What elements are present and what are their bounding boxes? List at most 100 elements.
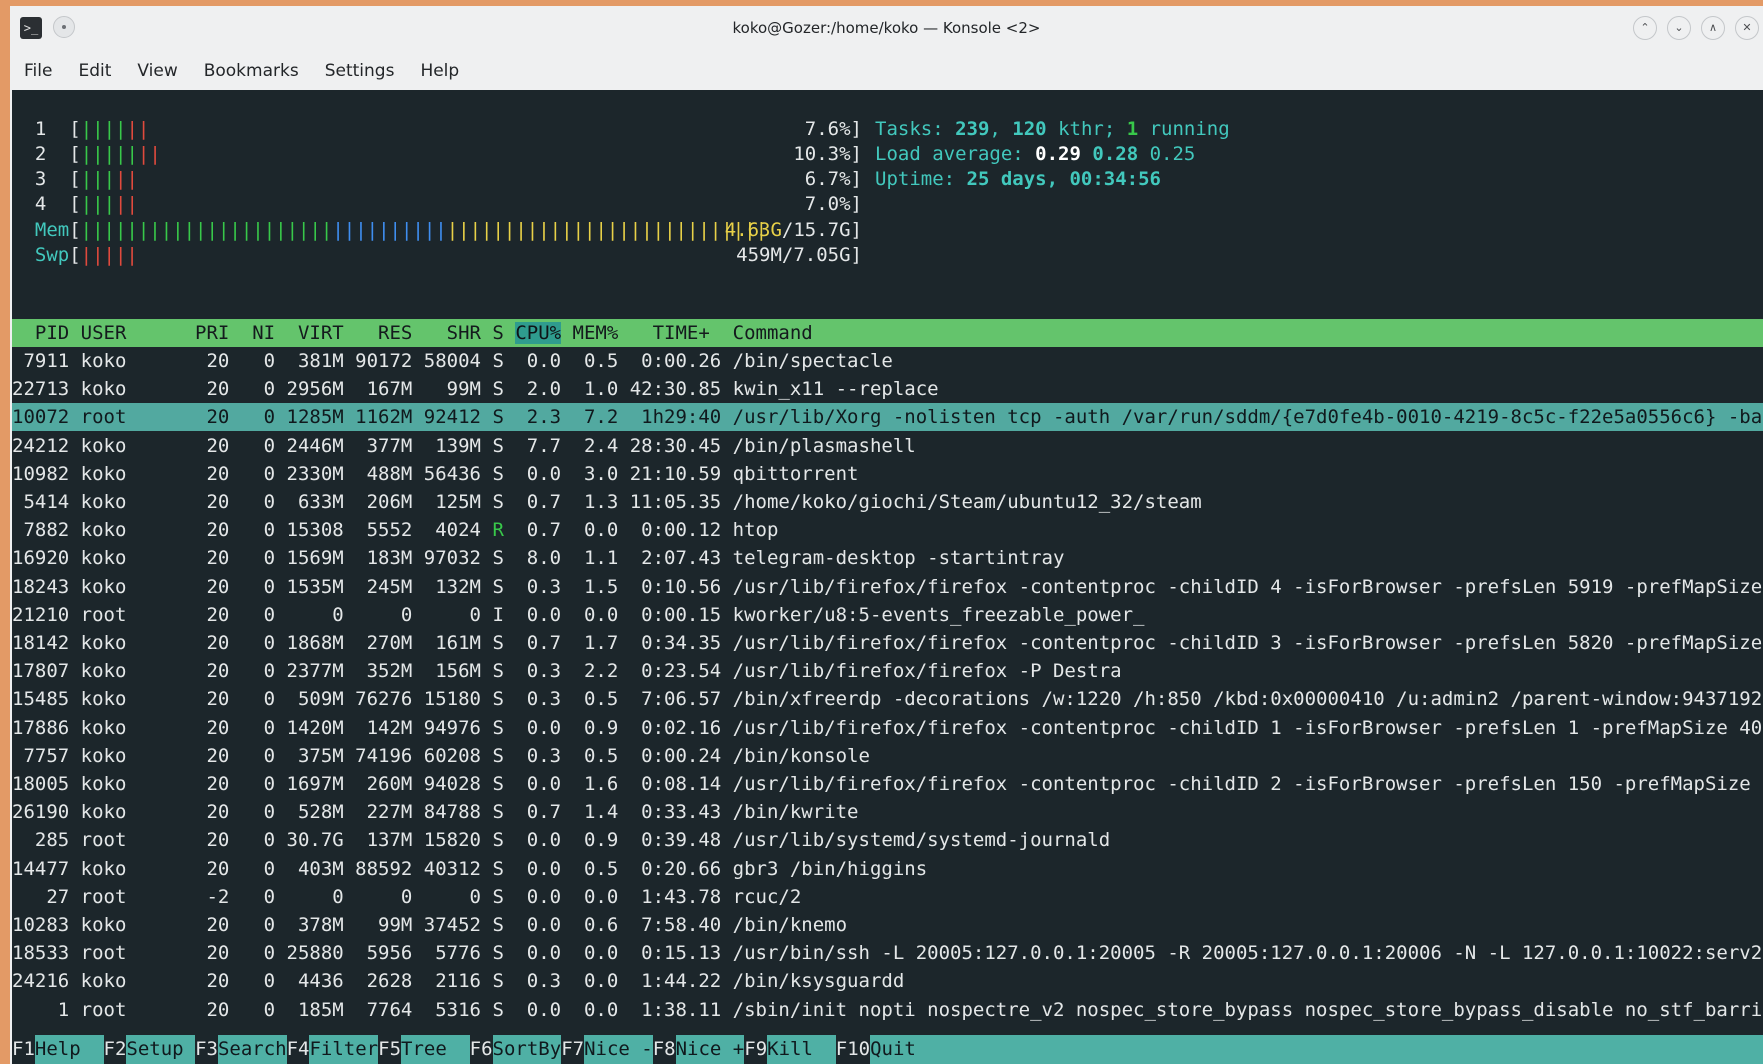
table-row[interactable]: 18142 koko 20 0 1868M 270M 161M S 0.7 1.…: [12, 629, 1763, 657]
table-row[interactable]: 24216 koko 20 0 4436 2628 2116 S 0.3 0.0…: [12, 967, 1763, 995]
table-row[interactable]: 7911 koko 20 0 381M 90172 58004 S 0.0 0.…: [12, 347, 1763, 375]
process-state: S: [492, 744, 504, 767]
process-state: S: [492, 829, 504, 852]
fkey-number: F6: [469, 1038, 493, 1060]
minimize-icon[interactable]: ⌄: [1667, 16, 1691, 40]
menu-view[interactable]: View: [137, 61, 177, 81]
window-title: koko@Gozer:/home/koko — Konsole <2>: [732, 19, 1041, 37]
menu-help[interactable]: Help: [420, 61, 459, 81]
fkey-number: F4: [286, 1038, 310, 1060]
fkey-quit-button[interactable]: Quit: [870, 1035, 916, 1064]
process-state: S: [492, 942, 504, 965]
table-row[interactable]: 26190 koko 20 0 528M 227M 84788 S 0.7 1.…: [12, 798, 1763, 826]
fkey-filter-button[interactable]: Filter: [309, 1035, 379, 1064]
table-row[interactable]: 18533 root 20 0 25880 5956 5776 S 0.0 0.…: [12, 939, 1763, 967]
close-icon[interactable]: ✕: [1735, 16, 1759, 40]
terminal-area[interactable]: 1 [|||||| 7.6%] 2 [||||||| 10.3%] 3 [|||||…: [12, 90, 1763, 1064]
process-state: R: [492, 519, 504, 542]
table-row[interactable]: 24212 koko 20 0 2446M 377M 139M S 7.7 2.…: [12, 432, 1763, 460]
table-row[interactable]: 18005 koko 20 0 1697M 260M 94028 S 0.0 1…: [12, 770, 1763, 798]
fkey-help-button[interactable]: Help: [34, 1035, 104, 1064]
tasks-info: Tasks: 239, 120 kthr; 1 running: [875, 118, 1230, 140]
cpu-meter: 4 [||||| 7.0%]: [12, 190, 862, 218]
process-state: S: [492, 491, 504, 513]
process-state: S: [492, 406, 504, 429]
sort-column-cpu[interactable]: CPU%: [515, 322, 562, 344]
keep-above-icon[interactable]: ⌃: [1633, 16, 1657, 40]
table-row[interactable]: 17807 koko 20 0 2377M 352M 156M S 0.3 2.…: [12, 657, 1763, 685]
cpu-meter: 1 [|||||| 7.6%]: [12, 115, 862, 143]
table-row[interactable]: 18243 koko 20 0 1535M 245M 132M S 0.3 1.…: [12, 573, 1763, 601]
fkey-number: F9: [744, 1038, 768, 1060]
table-row[interactable]: 16920 koko 20 0 1569M 183M 97032 S 8.0 1…: [12, 544, 1763, 572]
process-state: S: [492, 857, 504, 880]
table-row[interactable]: 7757 koko 20 0 375M 74196 60208 S 0.3 0.…: [12, 742, 1763, 770]
table-row[interactable]: 7882 koko 20 0 15308 5552 4024 R 0.7 0.0…: [12, 516, 1763, 544]
menu-edit[interactable]: Edit: [78, 61, 111, 81]
table-row[interactable]: 10283 koko 20 0 378M 99M 37452 S 0.0 0.6…: [12, 911, 1763, 939]
window-controls: ⌃ ⌄ ∧ ✕: [1633, 16, 1759, 40]
fkey-kill-button[interactable]: Kill: [767, 1035, 836, 1064]
fkey-number: F10: [835, 1038, 871, 1060]
menu-bookmarks[interactable]: Bookmarks: [204, 61, 299, 81]
process-state: S: [492, 378, 504, 401]
process-state: S: [492, 660, 504, 683]
konsole-window: >_ koko@Gozer:/home/koko — Konsole <2> ⌃…: [10, 6, 1763, 1064]
cpu-value: 10.3%]: [793, 143, 862, 165]
process-state: S: [492, 575, 504, 598]
menu-file[interactable]: File: [24, 61, 52, 81]
menu-settings[interactable]: Settings: [325, 61, 395, 81]
fkey-number: F5: [378, 1038, 402, 1060]
process-state: S: [492, 688, 504, 711]
table-row[interactable]: 17886 koko 20 0 1420M 142M 94976 S 0.0 0…: [12, 714, 1763, 742]
fkey-nice-button[interactable]: Nice -: [584, 1035, 653, 1064]
process-state: S: [492, 350, 504, 372]
cpu-meter: 3 [||||| 6.7%]: [12, 165, 862, 193]
cpu-value: 6.7%]: [804, 168, 862, 190]
process-state: S: [492, 462, 504, 485]
process-table-header[interactable]: PID USER PRI NI VIRT RES SHR S CPU% MEM%…: [12, 319, 1763, 347]
table-row[interactable]: 5414 koko 20 0 633M 206M 125M S 0.7 1.3 …: [12, 488, 1763, 516]
process-state: I: [492, 603, 504, 626]
fkey-sortby-button[interactable]: SortBy: [492, 1035, 562, 1064]
fkey-nice-button[interactable]: Nice +: [675, 1035, 745, 1064]
fkey-number: F1: [12, 1038, 35, 1060]
table-row[interactable]: 21210 root 20 0 0 0 0 I 0.0 0.0 0:00.15 …: [12, 601, 1763, 629]
menu-bar: File Edit View Bookmarks Settings Help: [10, 52, 1763, 90]
table-row[interactable]: 14477 koko 20 0 403M 88592 40312 S 0.0 0…: [12, 855, 1763, 883]
process-state: S: [492, 632, 504, 654]
uptime: Uptime: 25 days, 00:34:56: [875, 168, 1161, 190]
process-state: S: [492, 716, 504, 739]
fkey-number: F2: [103, 1038, 127, 1060]
swap-value: 459M/7.05G]: [736, 244, 862, 266]
table-row[interactable]: 10982 koko 20 0 2330M 488M 56436 S 0.0 3…: [12, 460, 1763, 488]
table-row[interactable]: 10072 root 20 0 1285M 1162M 92412 S 2.3 …: [12, 403, 1763, 432]
load-average: Load average: 0.29 0.28 0.25: [875, 143, 1196, 165]
cpu-meter: 2 [||||||| 10.3%]: [12, 140, 862, 168]
fkey-setup-button[interactable]: Setup: [126, 1035, 196, 1064]
function-key-bar: F1 Help F2 Setup F3 Search F4 Filter F5 Tree F6…: [12, 1035, 1763, 1064]
table-row[interactable]: 1 root 20 0 185M 7764 5316 S 0.0 0.0 1:3…: [12, 996, 1763, 1024]
maximize-icon[interactable]: ∧: [1701, 16, 1725, 40]
process-state: S: [492, 434, 504, 457]
table-row[interactable]: 27 root -2 0 0 0 0 S 0.0 0.0 1:43.78 rcu…: [12, 883, 1763, 911]
fkey-bar-fill: [915, 1035, 1763, 1064]
table-row[interactable]: 15485 koko 20 0 509M 76276 15180 S 0.3 0…: [12, 685, 1763, 713]
process-state: S: [492, 998, 504, 1021]
process-state: S: [492, 773, 504, 795]
fkey-tree-button[interactable]: Tree: [401, 1035, 470, 1064]
table-row[interactable]: 22713 koko 20 0 2956M 167M 99M S 2.0 1.0…: [12, 375, 1763, 403]
cpu-value: 7.0%]: [804, 193, 862, 215]
swap-meter: Swp[||||| 459M/7.05G]: [12, 241, 862, 269]
mem-value: 4.63G/15.7G]: [724, 219, 862, 241]
process-state: S: [492, 547, 504, 570]
table-row[interactable]: 285 root 20 0 30.7G 137M 15820 S 0.0 0.9…: [12, 826, 1763, 854]
title-bar[interactable]: >_ koko@Gozer:/home/koko — Konsole <2> ⌃…: [10, 6, 1763, 52]
mem-meter: Mem[||||||||||||||||||||||||||||||||||||…: [12, 216, 862, 244]
process-state: S: [492, 801, 504, 824]
fkey-number: F3: [195, 1038, 218, 1060]
fkey-number: F7: [561, 1038, 585, 1060]
process-state: S: [492, 970, 504, 993]
fkey-search-button[interactable]: Search: [217, 1035, 287, 1064]
process-state: S: [492, 885, 504, 908]
